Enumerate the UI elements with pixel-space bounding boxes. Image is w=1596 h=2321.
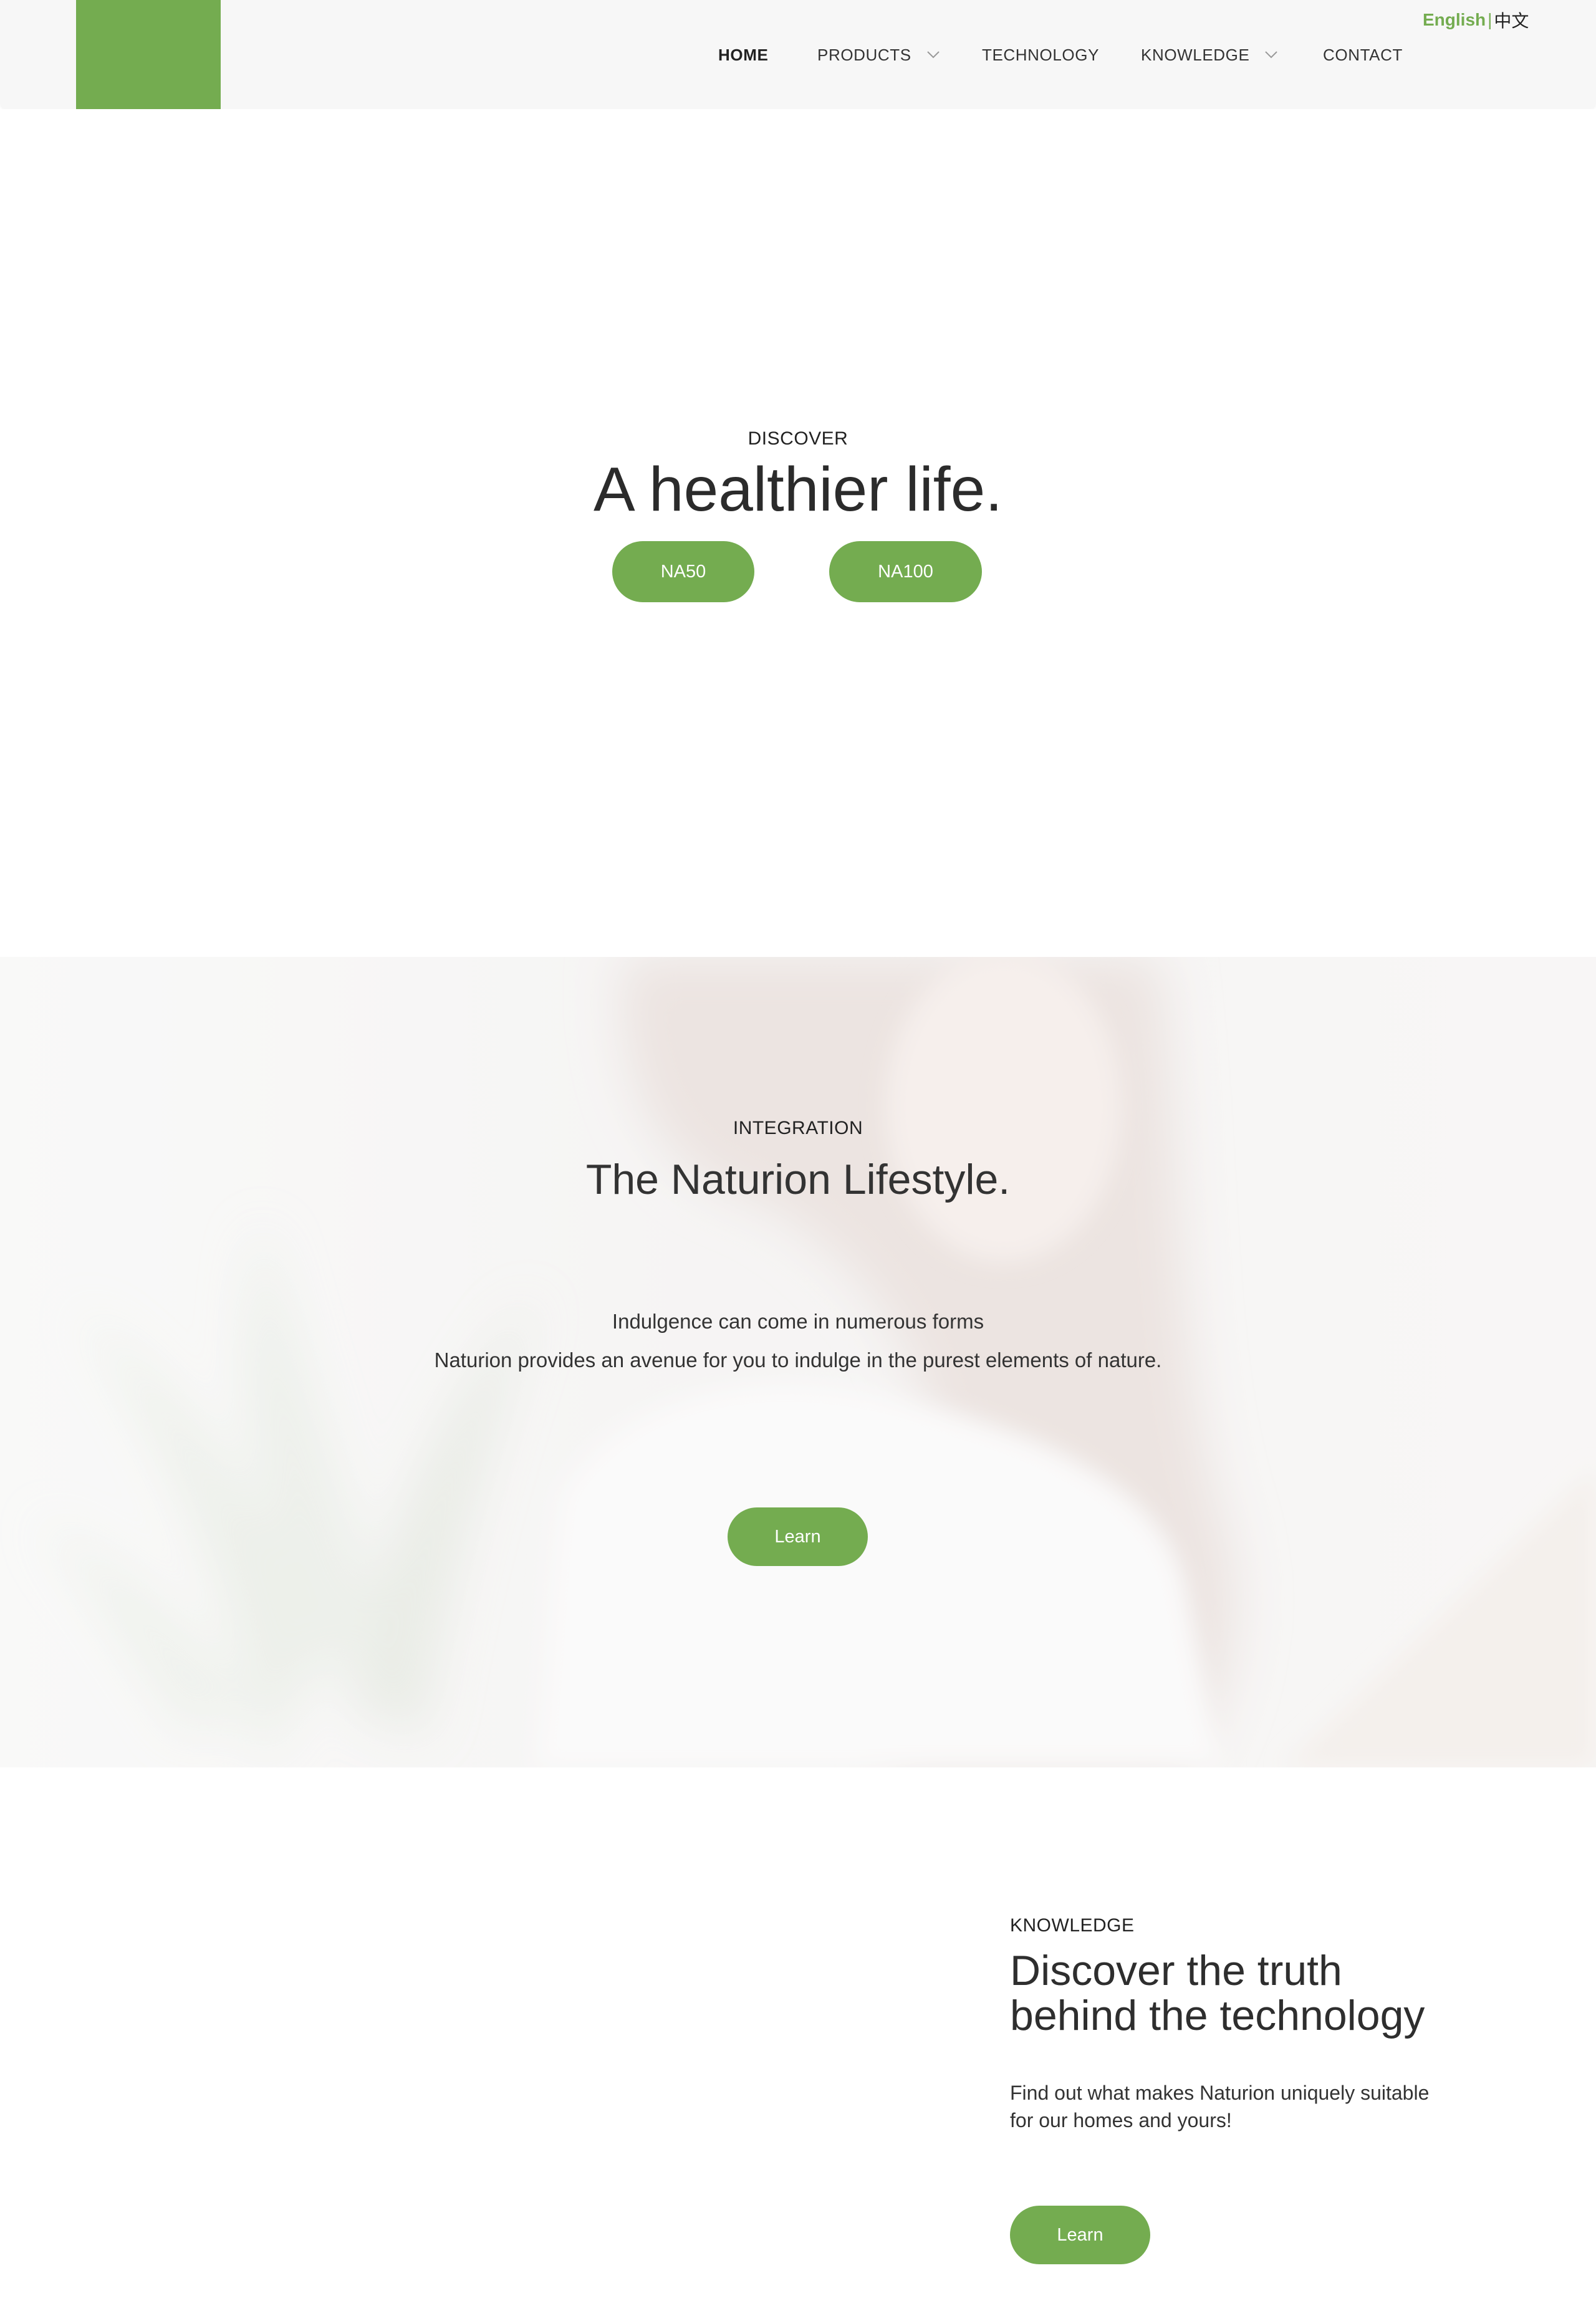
knowledge-eyebrow: KNOWLEDGE (1010, 1915, 1135, 1936)
knowledge-title-line-1: Discover the truth (1010, 1947, 1342, 1994)
language-english-link[interactable]: English (1423, 10, 1486, 30)
lifestyle-section: INTEGRATION The Naturion Lifestyle. Indu… (0, 957, 1596, 1767)
lifestyle-learn-button[interactable]: Learn (728, 1507, 868, 1566)
nav-item-contact[interactable]: CONTACT (1323, 41, 1403, 69)
language-switcher: English | 中文 (1423, 7, 1529, 32)
nav-item-contact-label: CONTACT (1323, 45, 1403, 64)
knowledge-body: Find out what makes Naturion uniquely su… (1010, 2079, 1484, 2134)
knowledge-body-line-2: for our homes and yours! (1010, 2109, 1232, 2131)
hero-section: DISCOVER A healthier life. NA50 NA100 (0, 109, 1596, 957)
lifestyle-eyebrow: INTEGRATION (733, 1118, 863, 1138)
knowledge-title: Discover the truth behind the technology (1010, 1948, 1484, 2038)
knowledge-section: KNOWLEDGE Discover the truth behind the … (0, 1767, 1596, 2321)
lifestyle-text-line-1: Indulgence can come in numerous forms (612, 1310, 984, 1333)
nav-item-products[interactable]: PRODUCTS (817, 41, 940, 69)
nav-item-technology[interactable]: TECHNOLOGY (982, 41, 1099, 69)
lifestyle-text-line-2: Naturion provides an avenue for you to i… (434, 1348, 1162, 1372)
na50-button[interactable]: NA50 (612, 541, 754, 602)
chevron-down-icon[interactable] (926, 50, 940, 59)
site-header: English | 中文 HOME PRODUCTS TECHNOLOGY KN… (0, 0, 1596, 110)
nav-item-products-label: PRODUCTS (817, 45, 911, 64)
language-separator: | (1488, 10, 1493, 29)
hero-eyebrow: DISCOVER (748, 428, 848, 449)
nav-item-knowledge[interactable]: KNOWLEDGE (1141, 41, 1278, 69)
main-nav: HOME PRODUCTS TECHNOLOGY KNOWLEDGE CONTA… (0, 41, 1596, 69)
nav-item-home[interactable]: HOME (718, 41, 768, 69)
knowledge-title-line-2: behind the technology (1010, 1992, 1425, 2039)
hero-title: A healthier life. (594, 454, 1002, 524)
chevron-down-icon[interactable] (1264, 50, 1278, 59)
knowledge-learn-button[interactable]: Learn (1010, 2206, 1150, 2264)
nav-item-knowledge-label: KNOWLEDGE (1141, 45, 1250, 64)
nav-item-home-label: HOME (718, 45, 769, 64)
language-chinese-link[interactable]: 中文 (1494, 7, 1529, 32)
lifestyle-title: The Naturion Lifestyle. (585, 1156, 1011, 1203)
na100-button[interactable]: NA100 (829, 541, 982, 602)
knowledge-body-line-1: Find out what makes Naturion uniquely su… (1010, 2082, 1430, 2104)
nav-item-technology-label: TECHNOLOGY (982, 45, 1100, 64)
